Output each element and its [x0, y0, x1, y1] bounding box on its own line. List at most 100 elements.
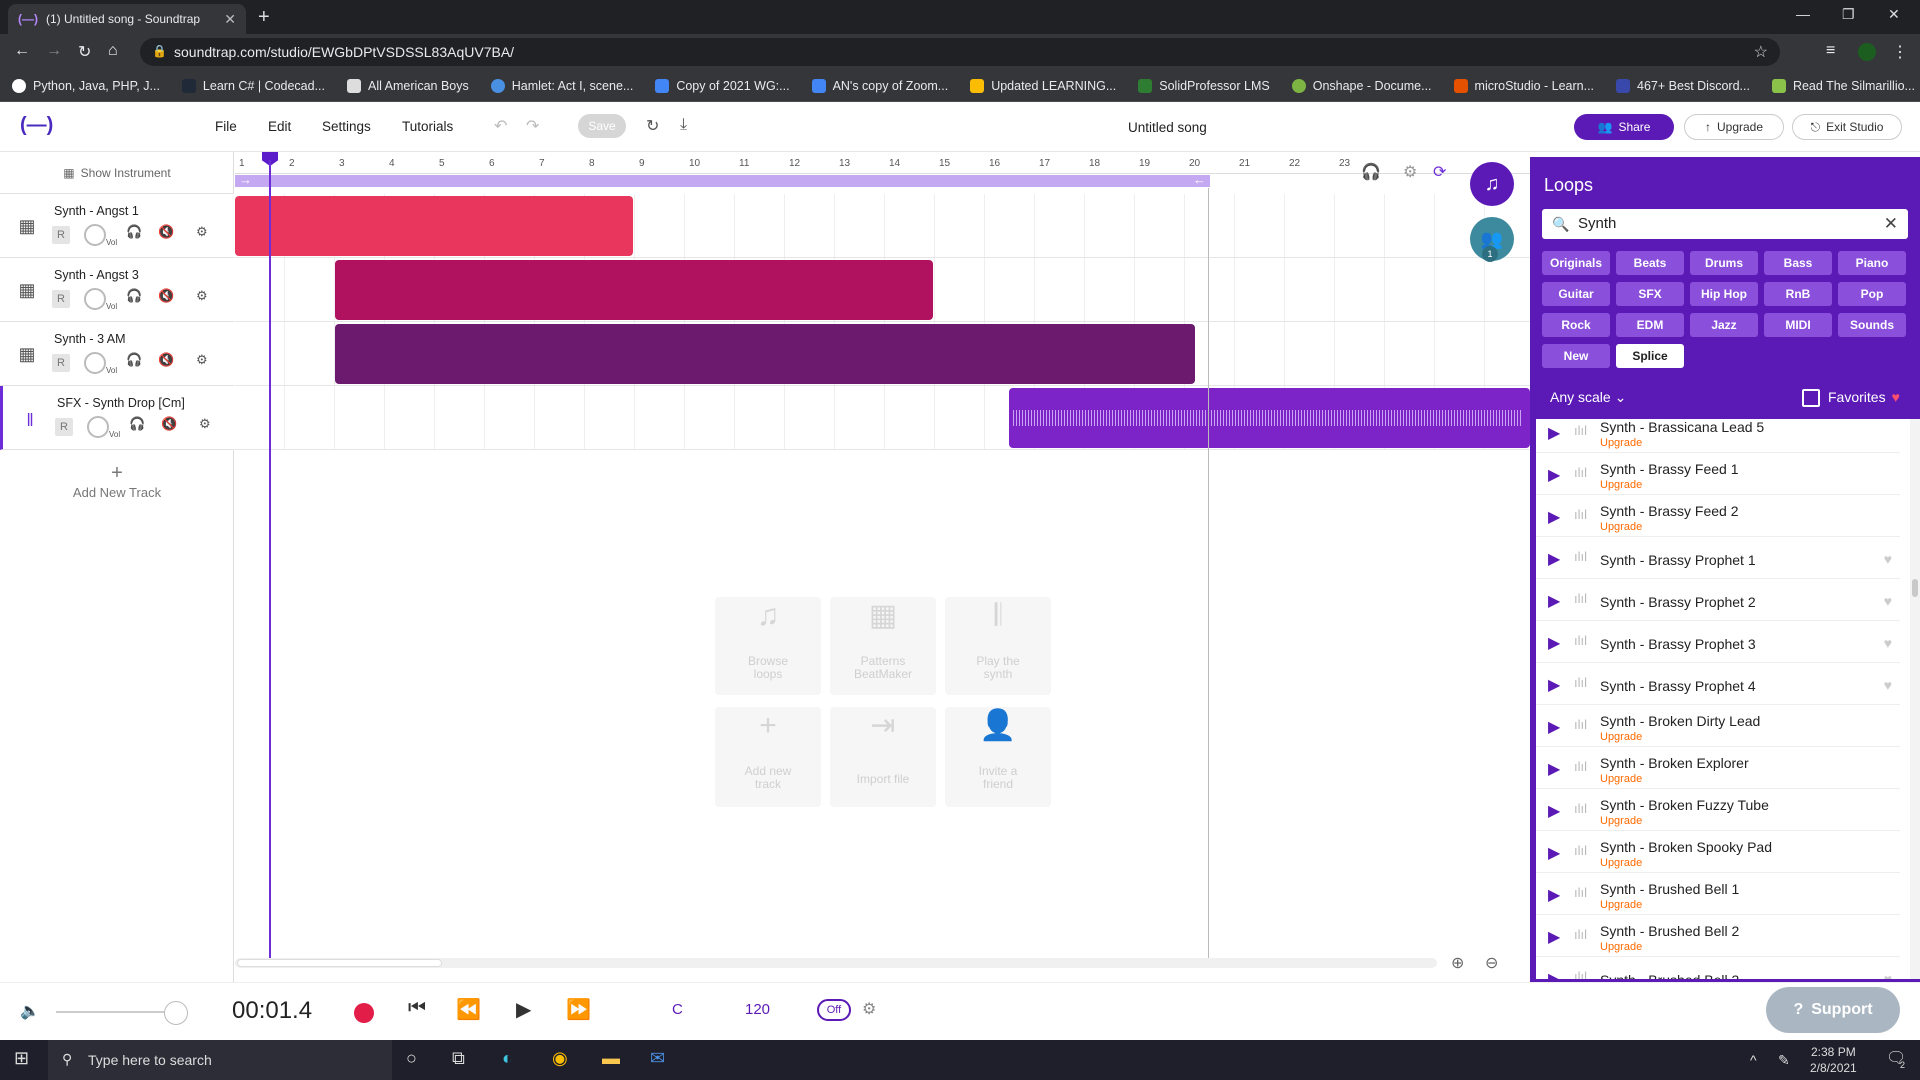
task-view-icon[interactable]: ⧉ — [452, 1048, 465, 1069]
filter-chip-drums[interactable]: Drums — [1690, 251, 1758, 275]
upgrade-label[interactable]: Upgrade — [1600, 731, 1642, 743]
patterns-beatmaker-tile[interactable]: ▦ Patterns BeatMaker — [830, 597, 936, 695]
filter-chip-midi[interactable]: MIDI — [1764, 313, 1832, 337]
track-header-selected[interactable]: 𝍪 SFX - Synth Drop [Cm] R Vol 🎧 🔇 ⚙ — [0, 386, 234, 450]
reading-list-icon[interactable]: ≡ — [1826, 42, 1835, 60]
back-icon[interactable]: ← — [14, 42, 30, 60]
track-header[interactable]: ▦ Synth - Angst 3 R Vol 🎧 🔇 ⚙ — [0, 258, 234, 322]
play-preview-icon[interactable]: ▶ — [1548, 549, 1560, 569]
mute-icon[interactable]: 🔇 — [158, 288, 174, 304]
pen-icon[interactable]: ✎ — [1778, 1052, 1790, 1069]
bookmark[interactable]: Onshape - Docume... — [1291, 78, 1432, 93]
favorite-heart-icon[interactable]: ♥ — [1884, 677, 1892, 693]
add-new-track-tile[interactable]: + Add new track — [715, 707, 821, 807]
bookmark[interactable]: Updated LEARNING... — [970, 78, 1116, 93]
save-button[interactable]: Save — [578, 114, 626, 138]
track-lane[interactable] — [235, 386, 1530, 450]
play-preview-icon[interactable]: ▶ — [1548, 633, 1560, 653]
track-name[interactable]: Synth - Angst 1 — [54, 204, 139, 218]
scrollbar-thumb[interactable] — [237, 959, 442, 967]
play-preview-icon[interactable]: ▶ — [1548, 759, 1560, 779]
volume-knob[interactable] — [84, 288, 106, 310]
fx-icon[interactable]: ⚙ — [199, 416, 211, 432]
upgrade-button[interactable]: ↑ Upgrade — [1684, 114, 1784, 140]
upgrade-label[interactable]: Upgrade — [1600, 479, 1642, 491]
audio-clip[interactable] — [1009, 388, 1530, 448]
rewind-icon[interactable]: ⏪ — [456, 997, 481, 1022]
filter-chip-rnb[interactable]: RnB — [1764, 282, 1832, 306]
favorite-heart-icon[interactable]: ♥ — [1884, 635, 1892, 651]
play-icon[interactable]: ▶ — [516, 997, 531, 1022]
zoom-out-icon[interactable]: ⊖ — [1485, 953, 1498, 973]
record-arm-button[interactable]: R — [52, 226, 70, 244]
loops-panel-toggle-icon[interactable]: ♫ — [1470, 162, 1514, 206]
record-button[interactable] — [354, 1003, 374, 1023]
minimize-icon[interactable]: — — [1796, 6, 1810, 22]
play-preview-icon[interactable]: ▶ — [1548, 843, 1560, 863]
record-arm-button[interactable]: R — [52, 290, 70, 308]
zoom-in-icon[interactable]: ⊕ — [1451, 953, 1464, 973]
favorite-heart-icon[interactable]: ♥ — [1884, 971, 1892, 979]
chrome-icon[interactable]: ◉ — [552, 1048, 568, 1069]
new-tab-icon[interactable]: + — [258, 6, 270, 29]
soundtrap-logo[interactable]: (—) — [20, 114, 53, 137]
audio-clip[interactable] — [335, 260, 933, 320]
horizontal-scrollbar[interactable] — [235, 958, 1437, 968]
mute-icon[interactable]: 🔇 — [158, 224, 174, 240]
bookmark[interactable]: microStudio - Learn... — [1453, 78, 1594, 93]
fx-icon[interactable]: ⚙ — [196, 352, 208, 368]
browse-loops-tile[interactable]: ♫ Browse loops — [715, 597, 821, 695]
track-name[interactable]: Synth - Angst 3 — [54, 268, 139, 282]
loop-list-item[interactable]: ▶ ılıl Synth - Broken Spooky Pad Upgrade — [1536, 833, 1900, 873]
track-lane[interactable] — [235, 258, 1530, 322]
headphones-icon[interactable]: 🎧 — [129, 416, 145, 432]
download-icon[interactable]: ⤓ — [680, 116, 687, 134]
favorites-checkbox[interactable] — [1802, 389, 1820, 408]
track-header[interactable]: ▦ Synth - Angst 1 R Vol 🎧 🔇 ⚙ — [0, 194, 234, 258]
filter-chip-jazz[interactable]: Jazz — [1690, 313, 1758, 337]
loop-list-item[interactable]: ▶ ılıl Synth - Broken Fuzzy Tube Upgrade — [1536, 791, 1900, 831]
windows-start-icon[interactable]: ⊞ — [14, 1048, 29, 1069]
invite-friend-tile[interactable]: 👤 Invite a friend — [945, 707, 1051, 807]
play-preview-icon[interactable]: ▶ — [1548, 507, 1560, 527]
upgrade-label[interactable]: Upgrade — [1600, 437, 1642, 449]
filter-chip-sounds[interactable]: Sounds — [1838, 313, 1906, 337]
loop-end-arrow-icon[interactable]: ← — [1193, 172, 1206, 187]
favorite-heart-icon[interactable]: ♥ — [1884, 593, 1892, 609]
close-window-icon[interactable]: ✕ — [1888, 6, 1900, 23]
add-new-track-button[interactable]: + Add New Track — [0, 462, 234, 500]
filter-chip-beats[interactable]: Beats — [1616, 251, 1684, 275]
undo-icon[interactable]: ↶ — [494, 116, 507, 136]
play-preview-icon[interactable]: ▶ — [1548, 801, 1560, 821]
filter-chip-splice[interactable]: Splice — [1616, 344, 1684, 368]
loop-list-item[interactable]: ▶ ılıl Synth - Broken Explorer Upgrade — [1536, 749, 1900, 789]
chrome-menu-icon[interactable]: ⋮ — [1892, 42, 1908, 62]
edge-icon[interactable]: ◐ — [502, 1048, 513, 1069]
key-selector[interactable]: C — [672, 1001, 683, 1018]
menu-tutorials[interactable]: Tutorials — [402, 119, 453, 134]
bar-ruler[interactable]: 1 2 3 4 5 6 7 8 9 10 11 12 13 14 15 16 17 18 19 20 21 22 23 — [235, 152, 1530, 174]
loop-list-item[interactable]: ▶ ılıl Synth - Brushed Bell 3 ♥ — [1536, 959, 1900, 979]
record-arm-button[interactable]: R — [55, 418, 73, 436]
bookmark[interactable]: SolidProfessor LMS — [1138, 78, 1270, 93]
bookmark[interactable]: All American Boys — [347, 78, 469, 93]
menu-settings[interactable]: Settings — [322, 119, 371, 134]
loop-toggle-icon[interactable]: ⟳ — [1433, 162, 1446, 182]
master-volume-handle[interactable] — [164, 1001, 188, 1025]
scale-dropdown[interactable]: Any scale ⌄ — [1550, 389, 1626, 406]
loop-list-item[interactable]: ▶ ılıl Synth - Brassy Prophet 1 ♥ — [1536, 539, 1900, 579]
track-lane[interactable] — [235, 322, 1530, 386]
loop-list-item[interactable]: ▶ ılıl Synth - Brassy Feed 1 Upgrade — [1536, 455, 1900, 495]
redo-icon[interactable]: ↷ — [526, 116, 539, 136]
filter-chip-edm[interactable]: EDM — [1616, 313, 1684, 337]
bookmark[interactable]: Learn C# | Codecad... — [181, 78, 325, 93]
timeline[interactable]: 1 2 3 4 5 6 7 8 9 10 11 12 13 14 15 16 17 18 19 20 21 22 23 → … — [235, 152, 1530, 982]
volume-knob[interactable] — [87, 416, 109, 438]
close-tab-icon[interactable]: ✕ — [224, 11, 236, 28]
play-preview-icon[interactable]: ▶ — [1548, 591, 1560, 611]
browser-tab[interactable]: (—) (1) Untitled song - Soundtrap ✕ — [8, 4, 246, 34]
metronome-toggle[interactable]: Off — [817, 999, 851, 1021]
reload-icon[interactable]: ↻ — [78, 42, 91, 62]
upgrade-label[interactable]: Upgrade — [1600, 899, 1642, 911]
fx-icon[interactable]: ⚙ — [196, 224, 208, 240]
